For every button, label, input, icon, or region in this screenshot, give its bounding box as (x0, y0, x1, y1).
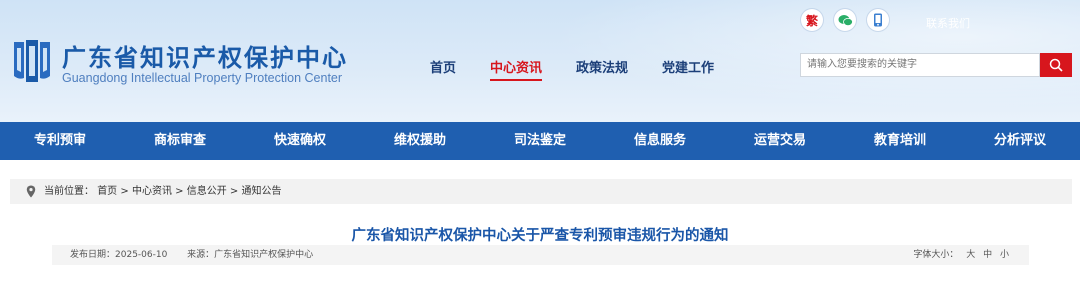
search-button[interactable] (1040, 53, 1072, 77)
location-pin-icon (26, 185, 36, 198)
mobile-icon (874, 13, 882, 27)
search-input[interactable]: 请输入您要搜索的关键字 (800, 53, 1040, 77)
traditional-chinese-button[interactable]: 繁 (801, 9, 823, 31)
breadcrumb-separator: > (229, 186, 239, 197)
top-nav-policies[interactable]: 政策法规 (576, 57, 628, 81)
font-size-controls: 字体大小： 大 中 小 (913, 245, 1009, 265)
mobile-button[interactable] (867, 9, 889, 31)
publish-date-label: 发布日期： (70, 250, 116, 260)
publish-date: 2025-06-10 (115, 250, 168, 260)
site-subtitle: Guangdong Intellectual Property Protecti… (62, 71, 343, 85)
main-nav-rights-assistance[interactable]: 维权援助 (360, 122, 480, 160)
breadcrumb: 当前位置： 首页 > 中心资讯 > 信息公开 > 通知公告 (10, 179, 1072, 204)
font-size-medium[interactable]: 中 (983, 250, 992, 260)
main-nav-analysis[interactable]: 分析评议 (960, 122, 1080, 160)
main-nav-fast-rights[interactable]: 快速确权 (240, 122, 360, 160)
breadcrumb-separator: > (175, 186, 184, 197)
article-title: 广东省知识产权保护中心关于严查专利预审违规行为的通知 (351, 227, 729, 244)
search-icon (1049, 58, 1063, 72)
breadcrumb-separator: > (120, 186, 129, 197)
main-nav-patent-pre-exam[interactable]: 专利预审 (0, 122, 120, 160)
article-meta-bar: 发布日期：2025-06-10 来源：广东省知识产权保护中心 字体大小： 大 中… (52, 245, 1029, 265)
main-nav-education[interactable]: 教育培训 (840, 122, 960, 160)
breadcrumb-info-public[interactable]: 信息公开 (187, 186, 227, 197)
main-nav-judicial-appraisal[interactable]: 司法鉴定 (480, 122, 600, 160)
source-label: 来源： (187, 250, 215, 260)
contact-us-link[interactable]: 联系我们 (926, 15, 970, 31)
main-nav-info-service[interactable]: 信息服务 (600, 122, 720, 160)
font-size-large[interactable]: 大 (966, 250, 975, 260)
breadcrumb-home[interactable]: 首页 (97, 186, 117, 197)
wechat-icon (838, 14, 853, 26)
breadcrumb-prefix: 当前位置： (44, 186, 94, 197)
top-nav-home[interactable]: 首页 (430, 57, 456, 81)
top-nav: 首页 中心资讯 政策法规 党建工作 (430, 57, 748, 81)
top-nav-party-building[interactable]: 党建工作 (662, 57, 714, 81)
font-size-small[interactable]: 小 (1000, 250, 1009, 260)
breadcrumb-center-news[interactable]: 中心资讯 (132, 186, 172, 197)
top-nav-center-news[interactable]: 中心资讯 (490, 57, 543, 81)
site-title: 广东省知识产权保护中心 (62, 44, 348, 72)
main-nav: 专利预审 商标审查 快速确权 维权援助 司法鉴定 信息服务 运营交易 教育培训 … (0, 122, 1080, 160)
main-nav-operation-trade[interactable]: 运营交易 (720, 122, 840, 160)
header-icon-group: 繁 (801, 9, 900, 31)
site-header: 广东省知识产权保护中心 Guangdong Intellectual Prope… (0, 0, 1080, 122)
font-size-label: 字体大小： (913, 250, 959, 260)
source-value: 广东省知识产权保护中心 (214, 250, 314, 260)
breadcrumb-notices[interactable]: 通知公告 (241, 186, 281, 197)
wechat-button[interactable] (834, 9, 856, 31)
ip-center-logo[interactable] (10, 38, 54, 84)
main-nav-trademark-review[interactable]: 商标审查 (120, 122, 240, 160)
